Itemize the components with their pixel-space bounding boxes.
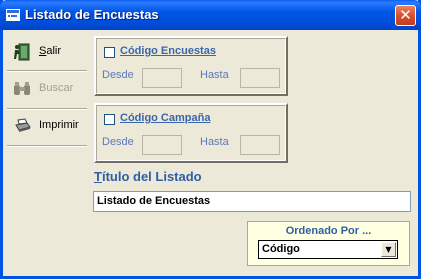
listing-title-mnemonic: T: [94, 169, 102, 184]
toolbar-separator: [7, 70, 87, 72]
search-label: Buscar: [39, 82, 74, 94]
print-button[interactable]: Imprimir: [9, 110, 87, 144]
campaign-to-input[interactable]: [240, 135, 280, 155]
campaign-code-group: Código Campaña Desde Hasta: [94, 103, 288, 163]
survey-from-input[interactable]: [142, 68, 182, 88]
campaign-from-label: Desde: [102, 136, 134, 148]
campaign-code-checkbox[interactable]: [104, 114, 115, 125]
survey-code-group: Código Encuestas Desde Hasta: [94, 36, 288, 96]
listing-title-rest: ítulo del Listado: [101, 169, 202, 184]
survey-code-label[interactable]: Código Encuestas: [120, 45, 216, 57]
campaign-code-label[interactable]: Código Campaña: [120, 112, 210, 124]
survey-from-label: Desde: [102, 69, 134, 81]
close-button[interactable]: ✕: [395, 5, 416, 26]
order-by-panel: Ordenado Por ... Código ▼: [247, 221, 410, 266]
listing-title-label: Título del Listado: [94, 169, 202, 184]
report-window: Listado de Encuestas ✕ Salir Buscar Impr…: [0, 0, 421, 279]
campaign-from-input[interactable]: [142, 135, 182, 155]
order-by-select[interactable]: Código ▼: [258, 240, 398, 259]
chevron-down-icon: ▼: [385, 245, 392, 254]
survey-to-input[interactable]: [240, 68, 280, 88]
exit-button[interactable]: Salir: [9, 36, 87, 70]
print-label: Imprimir: [39, 119, 79, 131]
title-bar[interactable]: Listado de Encuestas ✕: [0, 0, 421, 30]
survey-code-checkbox[interactable]: [104, 47, 115, 58]
campaign-to-label: Hasta: [200, 136, 229, 148]
exit-label-rest: alir: [46, 45, 62, 57]
app-icon: [6, 9, 20, 21]
binoculars-icon: [14, 82, 30, 95]
dropdown-arrow-button[interactable]: ▼: [381, 242, 396, 257]
window-title: Listado de Encuestas: [25, 7, 159, 22]
toolbar-separator: [7, 145, 87, 147]
order-by-label: Ordenado Por ...: [285, 225, 372, 237]
printer-icon: [15, 118, 31, 132]
search-button[interactable]: Buscar: [9, 73, 87, 107]
survey-to-label: Hasta: [200, 69, 229, 81]
exit-door-icon: [14, 43, 30, 61]
close-icon: ✕: [399, 6, 412, 24]
order-by-value: Código: [262, 243, 300, 255]
exit-label: Salir: [39, 45, 62, 57]
listing-title-input[interactable]: Listado de Encuestas: [93, 191, 411, 212]
